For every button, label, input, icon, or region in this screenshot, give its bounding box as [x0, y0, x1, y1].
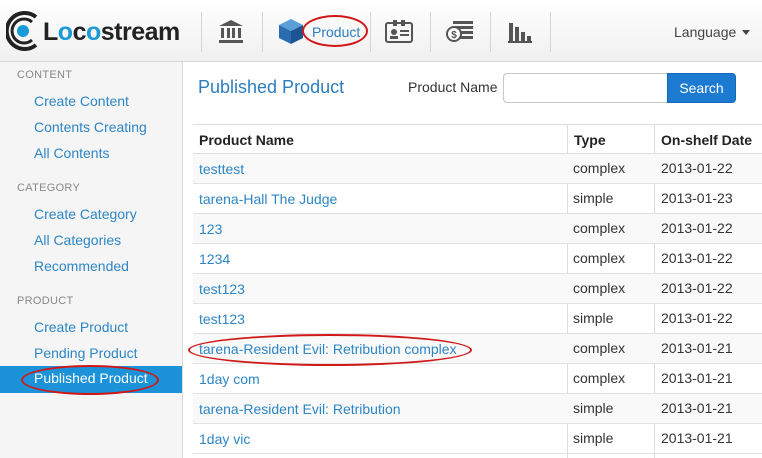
cell-type: complex: [573, 250, 626, 266]
annotation-circle-product: [302, 15, 368, 47]
cell-on-shelf-date: 2013-01-22: [661, 310, 733, 326]
page-title: Published Product: [198, 77, 345, 97]
annotation-circle-published: [21, 365, 159, 395]
cell-product-name[interactable]: 1234: [199, 251, 230, 267]
nav-divider: [262, 12, 263, 52]
cell-on-shelf-date: 2013-01-22: [661, 280, 733, 296]
cell-on-shelf-date: 2013-01-23: [661, 190, 733, 206]
cell-type: complex: [573, 340, 626, 356]
id-card-icon[interactable]: [383, 15, 415, 47]
search-button[interactable]: Search: [667, 73, 736, 103]
sidebar-item-contents-creating[interactable]: Contents Creating: [34, 119, 147, 135]
sidebar-item-all-contents[interactable]: All Contents: [34, 145, 109, 161]
table-row[interactable]: testtest complex 2013-01-22: [193, 154, 762, 184]
nav-divider: [490, 12, 491, 52]
cell-product-name[interactable]: test123: [199, 311, 245, 327]
table-row[interactable]: 1day com complex 2013-01-21: [193, 364, 762, 394]
column-header-product-name[interactable]: Product Name: [199, 132, 294, 148]
cell-product-name[interactable]: tarena-Resident Evil: Retribution: [199, 401, 401, 417]
svg-text:$: $: [451, 30, 457, 41]
sidebar-item-pending-product[interactable]: Pending Product: [34, 345, 138, 361]
table-row[interactable]: test123 complex 2013-01-22: [193, 274, 762, 304]
cell-product-name[interactable]: 1day vic: [199, 431, 250, 447]
sidebar-item-recommended[interactable]: Recommended: [34, 258, 129, 274]
column-header-type[interactable]: Type: [574, 132, 606, 148]
cell-type: complex: [573, 220, 626, 236]
bar-chart-icon[interactable]: [504, 15, 536, 47]
chevron-down-icon[interactable]: [742, 30, 750, 35]
cell-product-name[interactable]: 123: [199, 221, 222, 237]
sidebar-item-create-content[interactable]: Create Content: [34, 93, 129, 109]
table-row[interactable]: tarena-Hall The Judge simple 2013-01-23: [193, 184, 762, 214]
cell-on-shelf-date: 2013-01-21: [661, 430, 733, 446]
logo-mark-icon: [6, 11, 38, 51]
product-name-input[interactable]: [503, 73, 669, 103]
top-navbar: Locostream Product $ Language: [0, 0, 762, 62]
nav-divider: [201, 12, 202, 52]
cell-on-shelf-date: 2013-01-21: [661, 340, 733, 356]
money-icon[interactable]: $: [444, 15, 476, 47]
cell-type: simple: [573, 430, 614, 446]
nav-divider: [430, 12, 431, 52]
bank-icon[interactable]: [215, 15, 247, 47]
cell-type: simple: [573, 310, 614, 326]
sidebar-item-create-product[interactable]: Create Product: [34, 319, 128, 335]
table-row[interactable]: 123 complex 2013-01-22: [193, 214, 762, 244]
language-dropdown[interactable]: Language: [674, 24, 736, 40]
cell-type: complex: [573, 160, 626, 176]
brand-logo[interactable]: Locostream: [6, 8, 180, 54]
sidebar-item-all-categories[interactable]: All Categories: [34, 232, 121, 248]
table-row[interactable]: test123 simple 2013-01-22: [193, 304, 762, 334]
cell-product-name[interactable]: testtest: [199, 161, 244, 177]
table-row[interactable]: tarena-Resident Evil: Retribution simple 2…: [193, 394, 762, 424]
cell-on-shelf-date: 2013-01-21: [661, 400, 733, 416]
cell-product-name[interactable]: 1day com: [199, 371, 260, 387]
nav-divider: [370, 12, 371, 52]
sidebar-section-category: CATEGORY: [17, 182, 81, 194]
sidebar-item-create-category[interactable]: Create Category: [34, 206, 137, 222]
sidebar: CONTENT Create Content Contents Creating…: [0, 62, 183, 458]
table-row[interactable]: 1day vic simple 2013-01-21: [193, 424, 762, 454]
cell-type: complex: [573, 370, 626, 386]
column-header-on-shelf-date[interactable]: On-shelf Date: [661, 132, 752, 148]
table-header: Product Name Type On-shelf Date: [193, 124, 762, 154]
nav-divider: [550, 12, 551, 52]
cell-type: simple: [573, 190, 614, 206]
cell-product-name[interactable]: tarena-Hall The Judge: [199, 191, 337, 207]
annotation-circle-row: [188, 334, 472, 366]
cell-on-shelf-date: 2013-01-21: [661, 370, 733, 386]
cell-type: simple: [573, 400, 614, 416]
brand-name: Locostream: [43, 18, 180, 46]
cell-type: complex: [573, 280, 626, 296]
sidebar-section-product: PRODUCT: [17, 295, 74, 307]
sidebar-section-content: CONTENT: [17, 69, 73, 81]
cell-on-shelf-date: 2013-01-22: [661, 160, 733, 176]
cell-on-shelf-date: 2013-01-22: [661, 250, 733, 266]
product-name-label: Product Name: [408, 79, 498, 95]
cell-on-shelf-date: 2013-01-22: [661, 220, 733, 236]
cell-product-name[interactable]: test123: [199, 281, 245, 297]
table-row[interactable]: 1234 complex 2013-01-22: [193, 244, 762, 274]
